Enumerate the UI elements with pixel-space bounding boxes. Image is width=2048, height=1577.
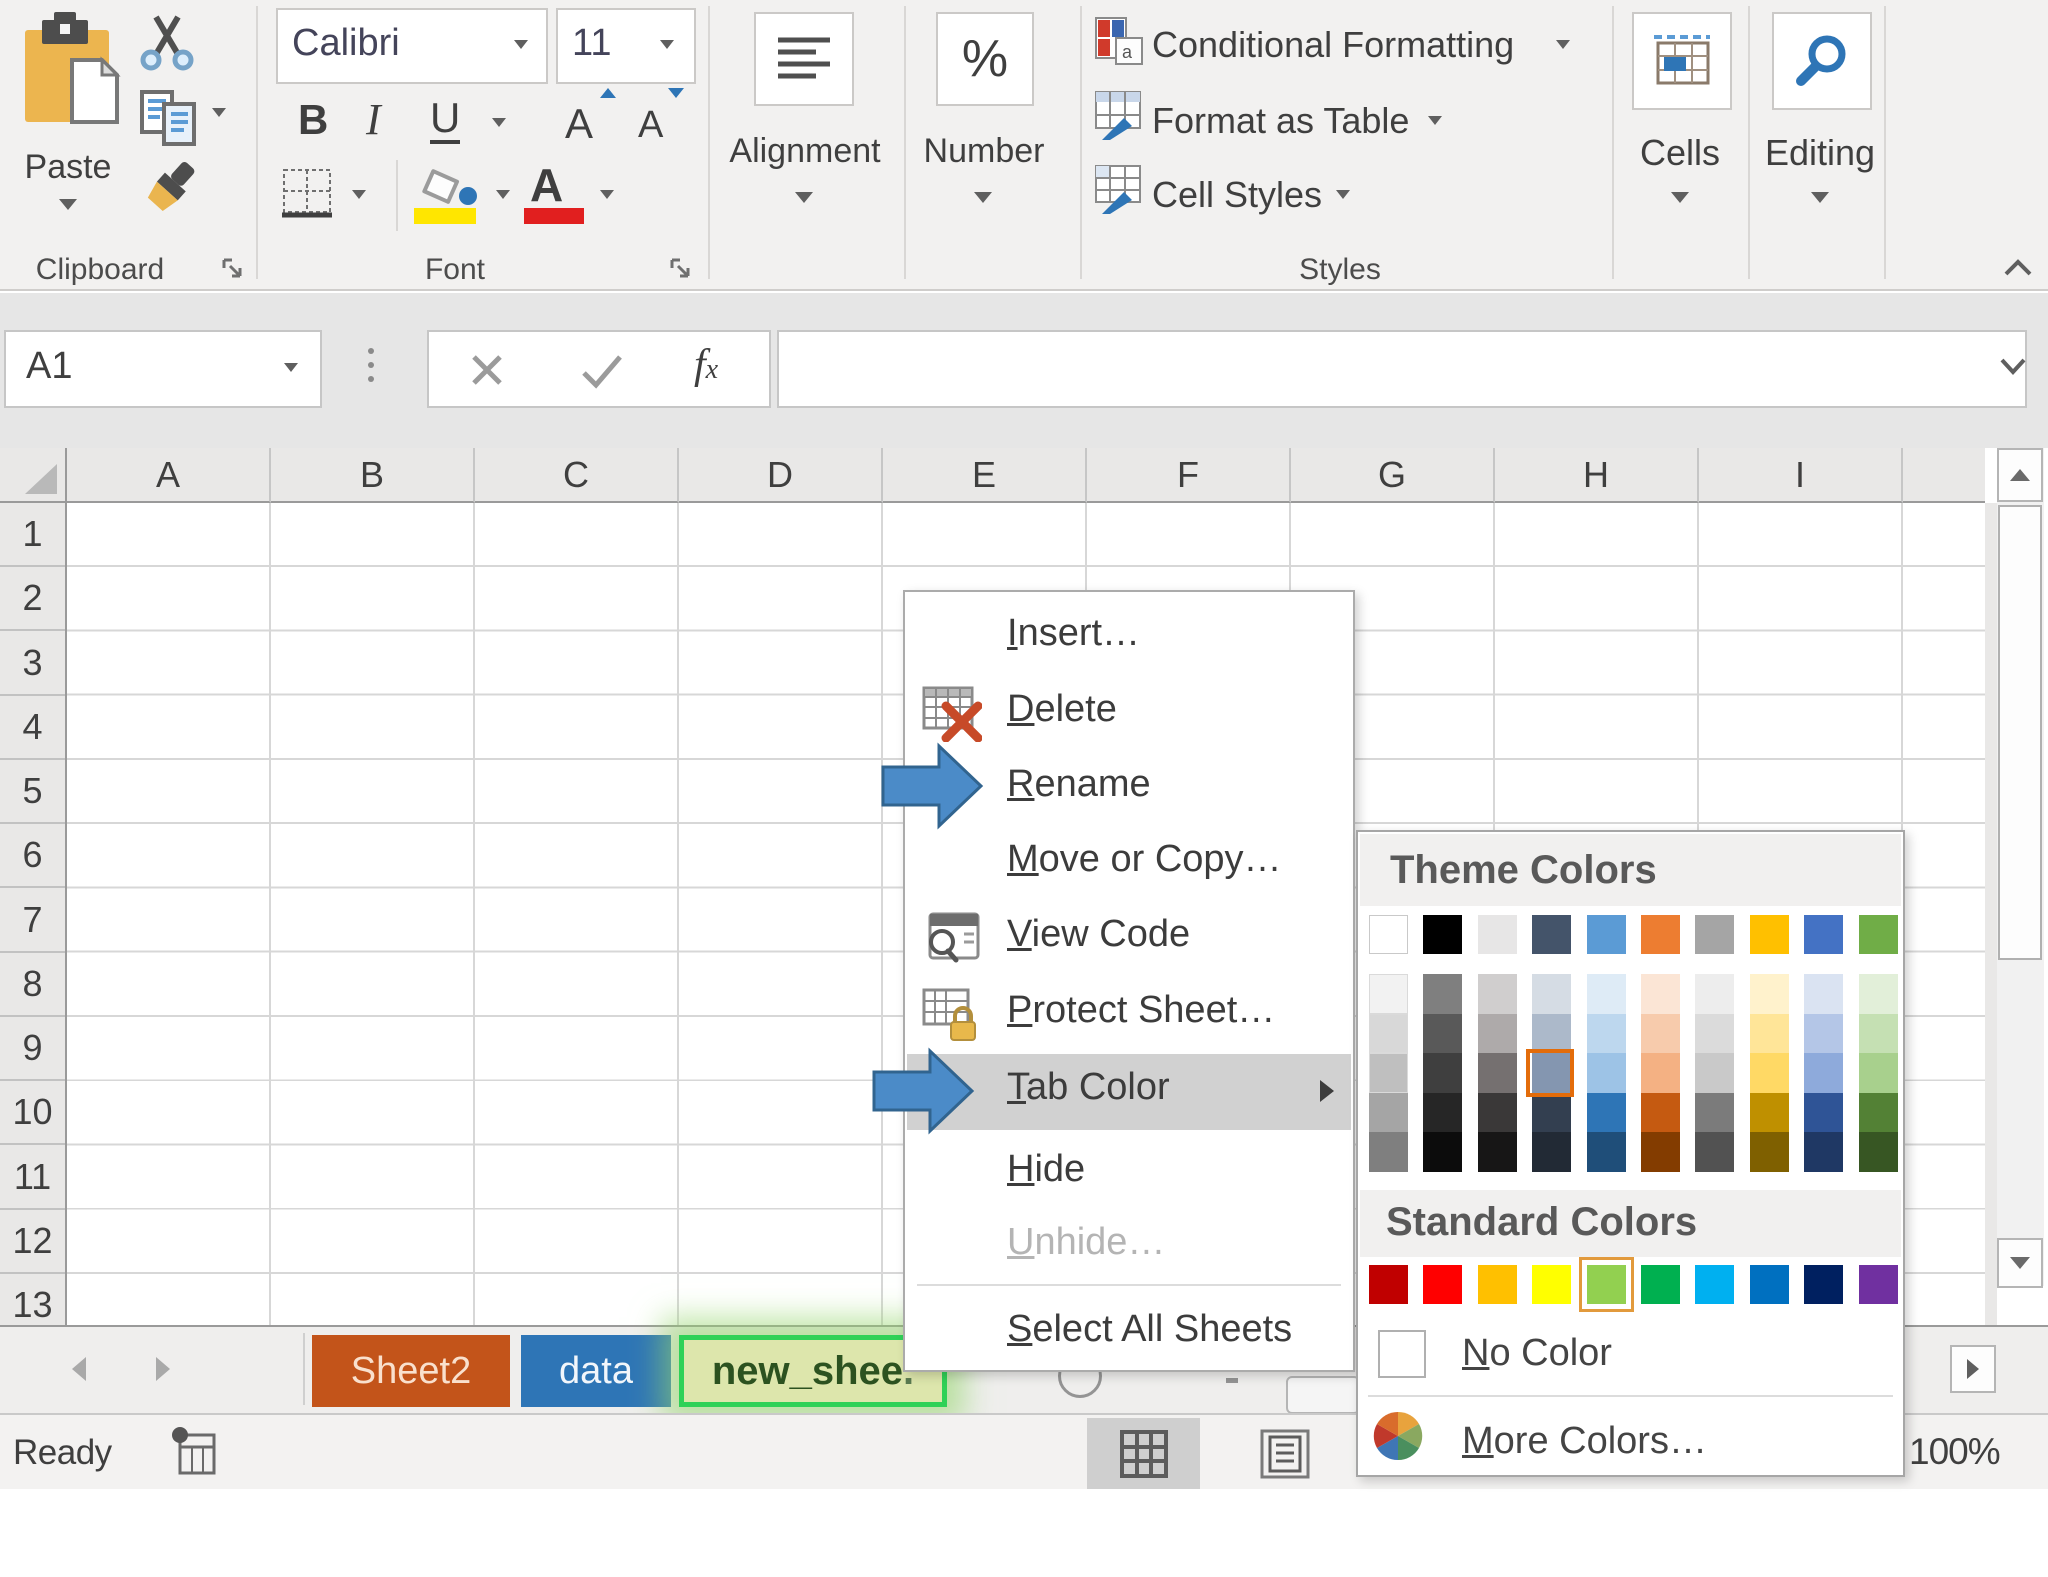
svg-text:a: a — [1122, 42, 1133, 62]
